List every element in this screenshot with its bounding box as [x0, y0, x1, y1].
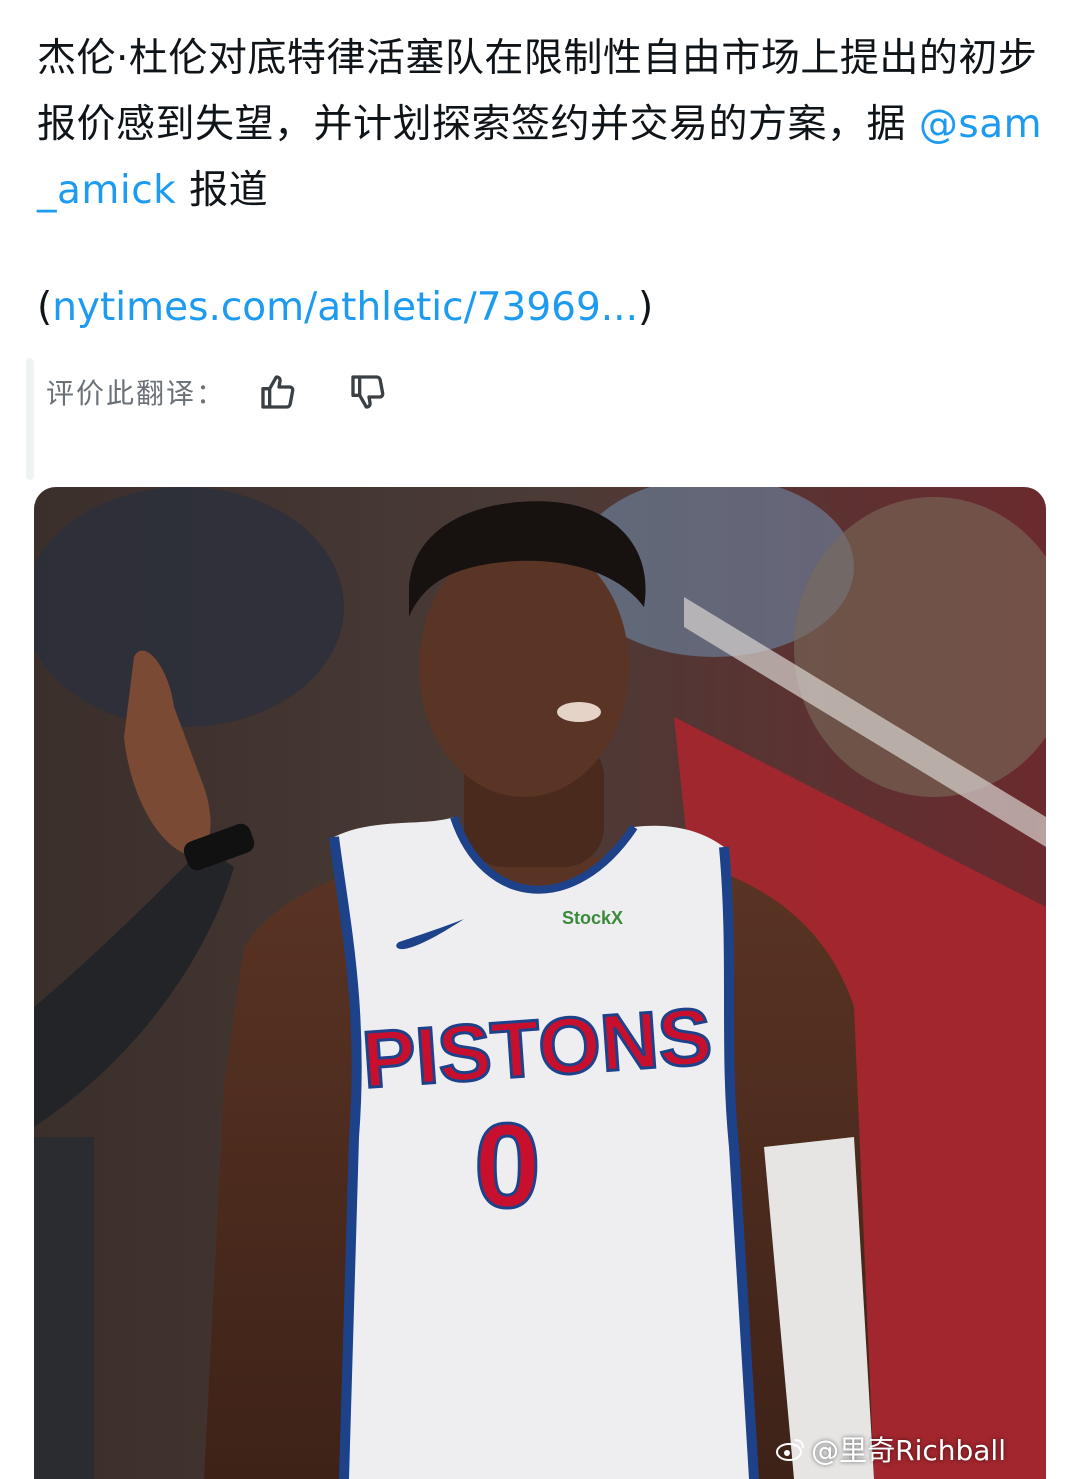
rating-divider [26, 358, 34, 480]
tweet-tail: 报道 [176, 168, 269, 213]
tweet-text: 杰伦·杜伦对底特律活塞队在限制性自由市场上提出的初步报价感到失望，并计划探索签约… [37, 26, 1047, 224]
tweet-body: 杰伦·杜伦对底特律活塞队在限制性自由市场上提出的初步报价感到失望，并计划探索签约… [37, 36, 1038, 147]
source-link-line: (nytimes.com/athletic/73969...) [37, 275, 653, 341]
thumbs-down-icon[interactable] [346, 370, 390, 414]
jersey-sponsor: StockX [562, 908, 623, 928]
translation-rating: 评价此翻译： [46, 362, 390, 422]
weibo-icon [775, 1436, 805, 1462]
paren-open: ( [37, 285, 53, 330]
player-photo: StockX PISTONS 0 [34, 487, 1046, 1479]
thumbs-up-icon[interactable] [256, 370, 300, 414]
paren-close: ) [637, 285, 654, 330]
rating-label: 评价此翻译： [46, 377, 227, 410]
source-link[interactable]: nytimes.com/athletic/73969... [52, 285, 638, 330]
jersey-number: 0 [474, 1099, 541, 1233]
watermark: @里奇Richball [775, 1429, 1006, 1469]
watermark-text: @里奇Richball [811, 1434, 1006, 1467]
tweet-photo[interactable]: StockX PISTONS 0 @里奇Richball [34, 487, 1046, 1479]
